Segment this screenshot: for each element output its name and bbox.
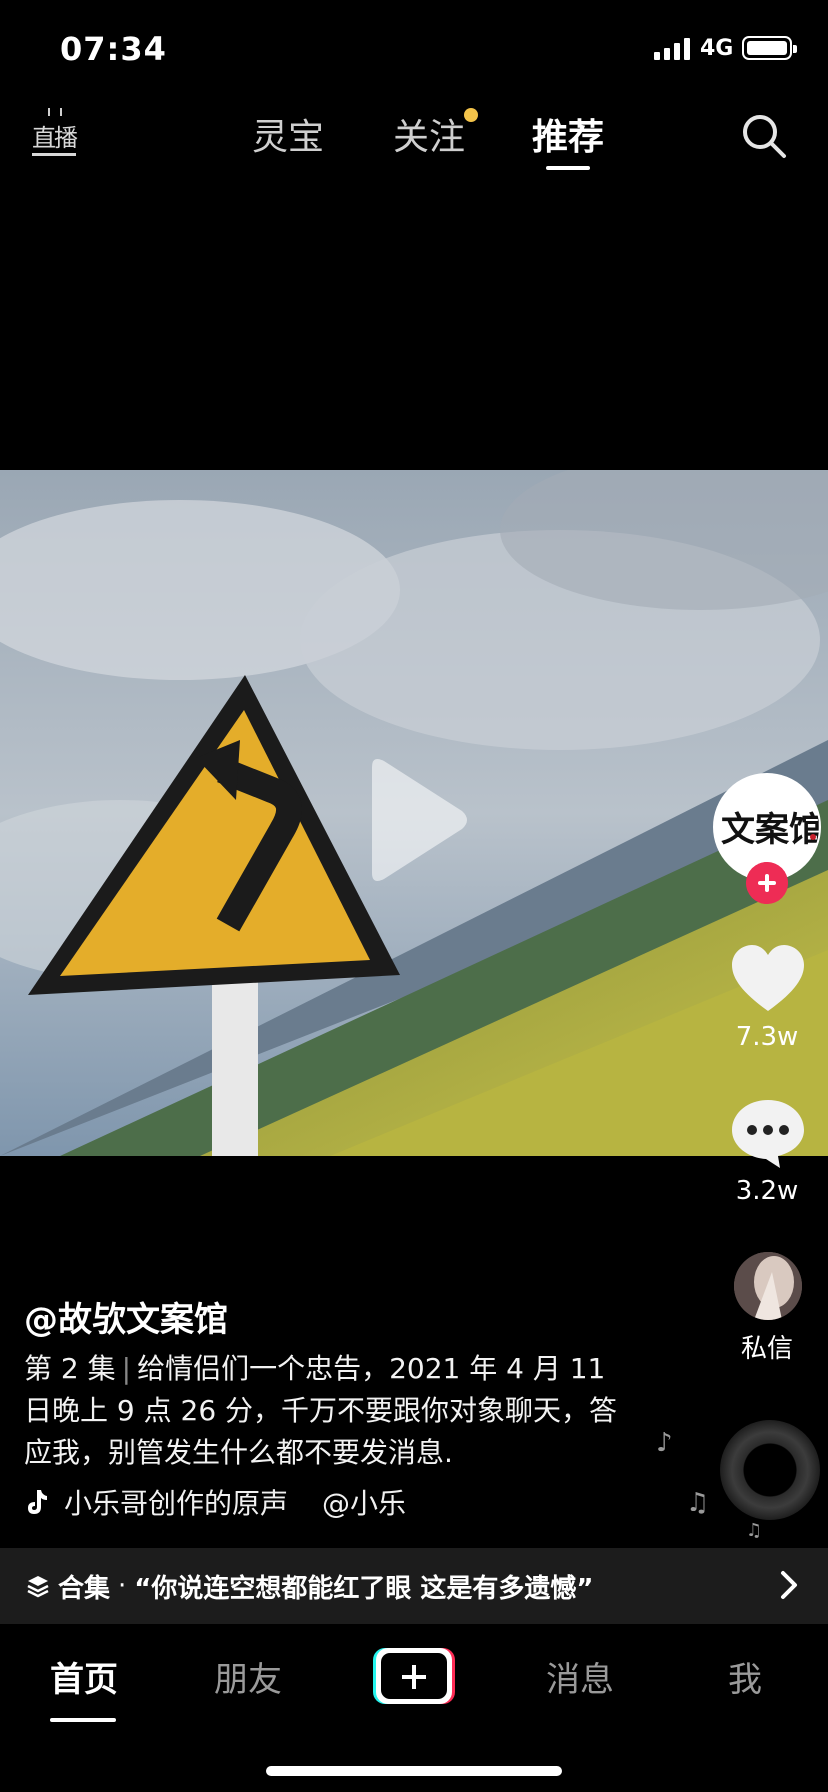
home-indicator[interactable]: [266, 1766, 562, 1776]
tiktok-note-icon: [28, 1490, 47, 1514]
music-creator: @小乐: [322, 1487, 407, 1520]
tab-following[interactable]: 关注: [393, 108, 465, 160]
tab-lingbao[interactable]: 灵宝: [252, 108, 324, 160]
music-note-icon: ♫: [686, 1488, 710, 1518]
tab-messages[interactable]: 消息: [546, 1652, 614, 1701]
caption-divider: |: [121, 1352, 132, 1385]
comment-count: 3.2w: [735, 1176, 799, 1206]
video-description: 第 2 集 | 给情侣们一个忠告，2021 年 4 月 11 日晚上 9 点 26 …: [24, 1348, 634, 1474]
svg-text:文案馆: 文案馆: [721, 810, 819, 850]
like-count: 7.3w: [735, 1022, 799, 1052]
music-note-icon: ♪: [656, 1428, 673, 1458]
music-note-icon: ♫: [746, 1520, 763, 1541]
music-info[interactable]: 小乐哥创作的原声 @小乐: [24, 1482, 406, 1522]
network-type: 4G: [700, 36, 734, 61]
battery-icon: [742, 36, 797, 60]
video-player[interactable]: [0, 470, 828, 1156]
author-handle[interactable]: @故欤文案馆: [24, 1292, 228, 1341]
status-bar: 07:34 4G: [0, 0, 828, 100]
play-icon[interactable]: [360, 755, 470, 885]
episode-label[interactable]: 第 2 集: [24, 1352, 116, 1385]
comment-icon[interactable]: [730, 1098, 806, 1170]
collection-title: “你说连空想都能红了眼 这是有多遗憾”: [134, 1573, 594, 1604]
dm-avatar[interactable]: [734, 1252, 802, 1320]
layers-icon: [27, 1576, 49, 1598]
new-content-dot: [464, 108, 478, 122]
status-time: 07:34: [60, 30, 167, 68]
create-button[interactable]: [373, 1648, 455, 1704]
live-button[interactable]: 直播: [28, 108, 80, 156]
bottom-tab-bar: 首页 朋友 消息 我: [0, 1624, 828, 1792]
collection-label: 合集: [58, 1573, 111, 1604]
live-label: 直播: [32, 124, 78, 152]
collection-separator: ·: [118, 1571, 127, 1601]
signal-icon: [654, 36, 692, 60]
chevron-right-icon: [781, 1571, 797, 1599]
tv-antenna-icon: [48, 108, 62, 116]
active-bottom-tab-indicator: [50, 1718, 116, 1722]
search-icon[interactable]: [740, 112, 788, 160]
music-title: 小乐哥创作的原声: [64, 1487, 289, 1520]
tab-me[interactable]: 我: [728, 1652, 762, 1701]
follow-plus-icon[interactable]: [746, 862, 788, 904]
tab-friends[interactable]: 朋友: [214, 1652, 282, 1701]
heart-icon[interactable]: [730, 945, 806, 1015]
music-disc[interactable]: [720, 1420, 820, 1520]
tab-recommended[interactable]: 推荐: [532, 108, 604, 160]
dm-avatar-image: [734, 1252, 802, 1320]
dm-label[interactable]: 私信: [700, 1328, 828, 1365]
active-tab-indicator: [546, 166, 590, 170]
tab-home[interactable]: 首页: [50, 1652, 118, 1701]
collection-bar[interactable]: 合集 · “你说连空想都能红了眼 这是有多遗憾”: [0, 1548, 828, 1624]
top-nav: 直播 灵宝 关注 推荐: [0, 96, 828, 176]
